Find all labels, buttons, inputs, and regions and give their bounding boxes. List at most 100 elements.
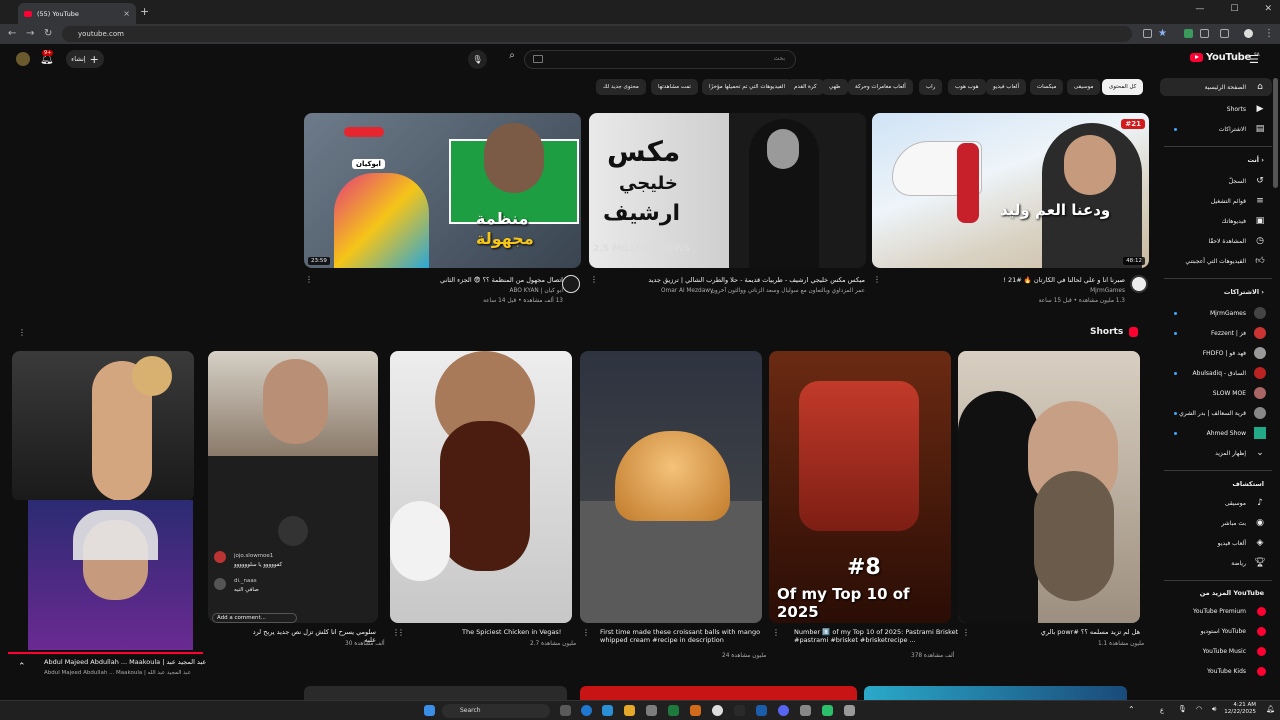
- chip-new-to-you[interactable]: محتوى جديد لك: [596, 79, 646, 95]
- more-options-icon[interactable]: ⋮: [397, 628, 405, 637]
- video-thumbnail-partial[interactable]: [864, 686, 1127, 700]
- sidebar-item-sports[interactable]: رياضة 🏆︎: [1160, 554, 1272, 572]
- short-thumbnail[interactable]: #8 Of my Top 10 of 2025: [769, 351, 951, 623]
- back-icon[interactable]: ←: [8, 28, 16, 39]
- channel-name[interactable]: MjrmGames: [1090, 288, 1125, 294]
- short-thumbnail[interactable]: [390, 351, 572, 623]
- url-field[interactable]: youtube.com: [62, 26, 1132, 42]
- app-icon[interactable]: [822, 705, 833, 716]
- extension-icon[interactable]: [1184, 29, 1193, 38]
- taskbar-clock[interactable]: 4:21 AM 12/22/2025: [1224, 702, 1256, 716]
- chip-football[interactable]: كرة القدم: [787, 79, 824, 95]
- expand-chevron-up-icon[interactable]: ⌃: [18, 662, 26, 672]
- new-tab-button[interactable]: +: [140, 5, 149, 18]
- short-thumbnail[interactable]: jojo.slowmoe1 كفووووو يا سلوووووو di._na…: [208, 351, 378, 623]
- sidebar-item-shorts[interactable]: Shorts ▶︎: [1160, 100, 1272, 118]
- video-thumbnail-partial[interactable]: [580, 686, 857, 700]
- maximize-icon[interactable]: ☐: [1230, 4, 1238, 14]
- app-icon[interactable]: [734, 705, 745, 716]
- edge-icon[interactable]: [602, 705, 613, 716]
- chip-recently-uploaded[interactable]: الفيديوهات التي تم تحميلها مؤخرًا: [702, 79, 792, 95]
- hamburger-menu-icon[interactable]: ☰: [1249, 53, 1259, 66]
- tab-close-icon[interactable]: ×: [123, 9, 130, 18]
- notification-center-icon[interactable]: 🔔︎: [1266, 705, 1275, 713]
- sidebar-item-playlists[interactable]: قوائم التشغيل ≡: [1160, 192, 1272, 210]
- sidebar-item-music[interactable]: موسيقى ♪: [1160, 494, 1272, 512]
- chip-video-games[interactable]: ألعاب فيديو: [986, 79, 1027, 95]
- more-options-icon[interactable]: ⋮: [772, 628, 780, 637]
- add-comment-input[interactable]: Add a comment...: [212, 613, 297, 623]
- short-title[interactable]: Number 8️⃣ of my Top 10 of 2025: Pastram…: [794, 628, 964, 644]
- create-button[interactable]: إنشاء +: [66, 50, 104, 68]
- video-title[interactable]: ميكس مكس خليجي ارشيف - طربيات قديمة - حل…: [648, 276, 865, 284]
- short-thumbnail[interactable]: [12, 351, 194, 501]
- short-title[interactable]: The Spiciest Chicken in Vegas!: [462, 628, 632, 636]
- channel-avatar[interactable]: [562, 275, 580, 293]
- chip-hiphop[interactable]: هوب هوب: [948, 79, 986, 95]
- short-thumbnail[interactable]: [580, 351, 762, 623]
- mini-player-video[interactable]: [28, 500, 193, 650]
- sidebar-item-live[interactable]: بث مباشر ◉: [1160, 514, 1272, 532]
- chip-mixes[interactable]: ميكسات: [1030, 79, 1064, 95]
- mic-icon[interactable]: 🎙︎: [1178, 705, 1187, 713]
- file-explorer-icon[interactable]: [624, 705, 635, 716]
- forward-icon[interactable]: →: [26, 28, 34, 39]
- chip-watched[interactable]: تمت مشاهدتها: [651, 79, 698, 95]
- tray-chevron-icon[interactable]: ⌃: [1128, 705, 1135, 714]
- voice-search-mic-icon[interactable]: 🎙︎: [468, 50, 487, 69]
- sidebar-channel[interactable]: Abulsadiq - السادق: [1160, 364, 1272, 382]
- extensions-puzzle-icon[interactable]: [1200, 29, 1209, 38]
- channel-name[interactable]: Omar Al Mezdawy: [661, 288, 713, 294]
- close-window-icon[interactable]: ✕: [1264, 4, 1272, 14]
- sidebar-channel[interactable]: MjrmGames: [1160, 304, 1272, 322]
- more-options-icon[interactable]: ⋮: [305, 275, 313, 284]
- sidebar-item-watch-later[interactable]: المشاهدة لاحقًا ◷: [1160, 232, 1272, 250]
- search-input[interactable]: بحث: [524, 50, 796, 69]
- discord-icon[interactable]: [778, 705, 789, 716]
- chrome-icon[interactable]: [581, 705, 592, 716]
- account-avatar[interactable]: [16, 52, 30, 66]
- xbox-icon[interactable]: [668, 705, 679, 716]
- taskbar-search[interactable]: Search: [442, 704, 550, 718]
- sidebar-channel[interactable]: Ahmed Show: [1160, 424, 1272, 442]
- windows-start-icon[interactable]: [424, 705, 435, 716]
- chip-rap[interactable]: راب: [919, 79, 943, 95]
- browser-tab[interactable]: (55) YouTube ×: [18, 3, 136, 24]
- sidepanel-icon[interactable]: [1220, 29, 1229, 38]
- more-options-icon[interactable]: ⋮: [873, 275, 881, 284]
- language-indicator[interactable]: ع: [1160, 706, 1164, 714]
- mini-player[interactable]: [8, 500, 203, 650]
- sidebar-item-studio[interactable]: استوديو YouTube: [1160, 622, 1272, 640]
- chip-adventure-games[interactable]: ألعاب مغامرات وحركة: [848, 79, 913, 95]
- chip-cooking[interactable]: طهي: [822, 79, 848, 95]
- video-thumbnail-partial[interactable]: [304, 686, 567, 700]
- short-title[interactable]: هل لم تزيد مسلمه ؟؟ #powr بالري: [960, 628, 1140, 636]
- sidebar-item-music-app[interactable]: YouTube Music: [1160, 642, 1272, 660]
- chrome-active-icon[interactable]: [712, 705, 723, 716]
- video-title[interactable]: صبرنا انا و علي لحالنا في الكارتان 🔥 #21…: [1003, 276, 1125, 284]
- browser-menu-icon[interactable]: ⋮: [1264, 28, 1274, 39]
- search-button-icon[interactable]: ⌕: [500, 50, 524, 69]
- bookmark-star-icon[interactable]: ★: [1158, 28, 1167, 39]
- chip-music[interactable]: موسيقى: [1067, 79, 1101, 95]
- sidebar-item-gaming[interactable]: ألعاب فيديو ◈: [1160, 534, 1272, 552]
- video-thumbnail[interactable]: ابوكيان منظمة مجهولة 23:59: [304, 113, 581, 268]
- profile-icon[interactable]: [1244, 29, 1253, 38]
- shorts-more-options-icon[interactable]: ⋮: [18, 328, 26, 337]
- sidebar-channel[interactable]: Fezzent | فز: [1160, 324, 1272, 342]
- sidebar-channel[interactable]: قرية السعالف | بدر الشري: [1160, 404, 1272, 422]
- settings-gear-icon[interactable]: [844, 705, 855, 716]
- keyboard-icon[interactable]: [533, 55, 543, 63]
- wifi-icon[interactable]: ◠: [1196, 705, 1202, 713]
- sidebar-you-header[interactable]: أنت ›: [1160, 156, 1272, 164]
- page-scrollbar[interactable]: [1273, 78, 1278, 188]
- channel-avatar[interactable]: [1130, 275, 1148, 293]
- app-icon[interactable]: [690, 705, 701, 716]
- sidebar-item-premium[interactable]: YouTube Premium: [1160, 602, 1272, 620]
- sidebar-item-history[interactable]: السجلّ ↺: [1160, 172, 1272, 190]
- reload-icon[interactable]: ↻: [44, 28, 52, 39]
- task-view-icon[interactable]: [560, 705, 571, 716]
- channel-name[interactable]: ابو كيان | ABO KYAN: [510, 288, 563, 294]
- sidebar-channel[interactable]: SLOW MOE: [1160, 384, 1272, 402]
- video-thumbnail[interactable]: مكس خليجي ارشيف 2.5 MILLION VIEWS: [589, 113, 866, 268]
